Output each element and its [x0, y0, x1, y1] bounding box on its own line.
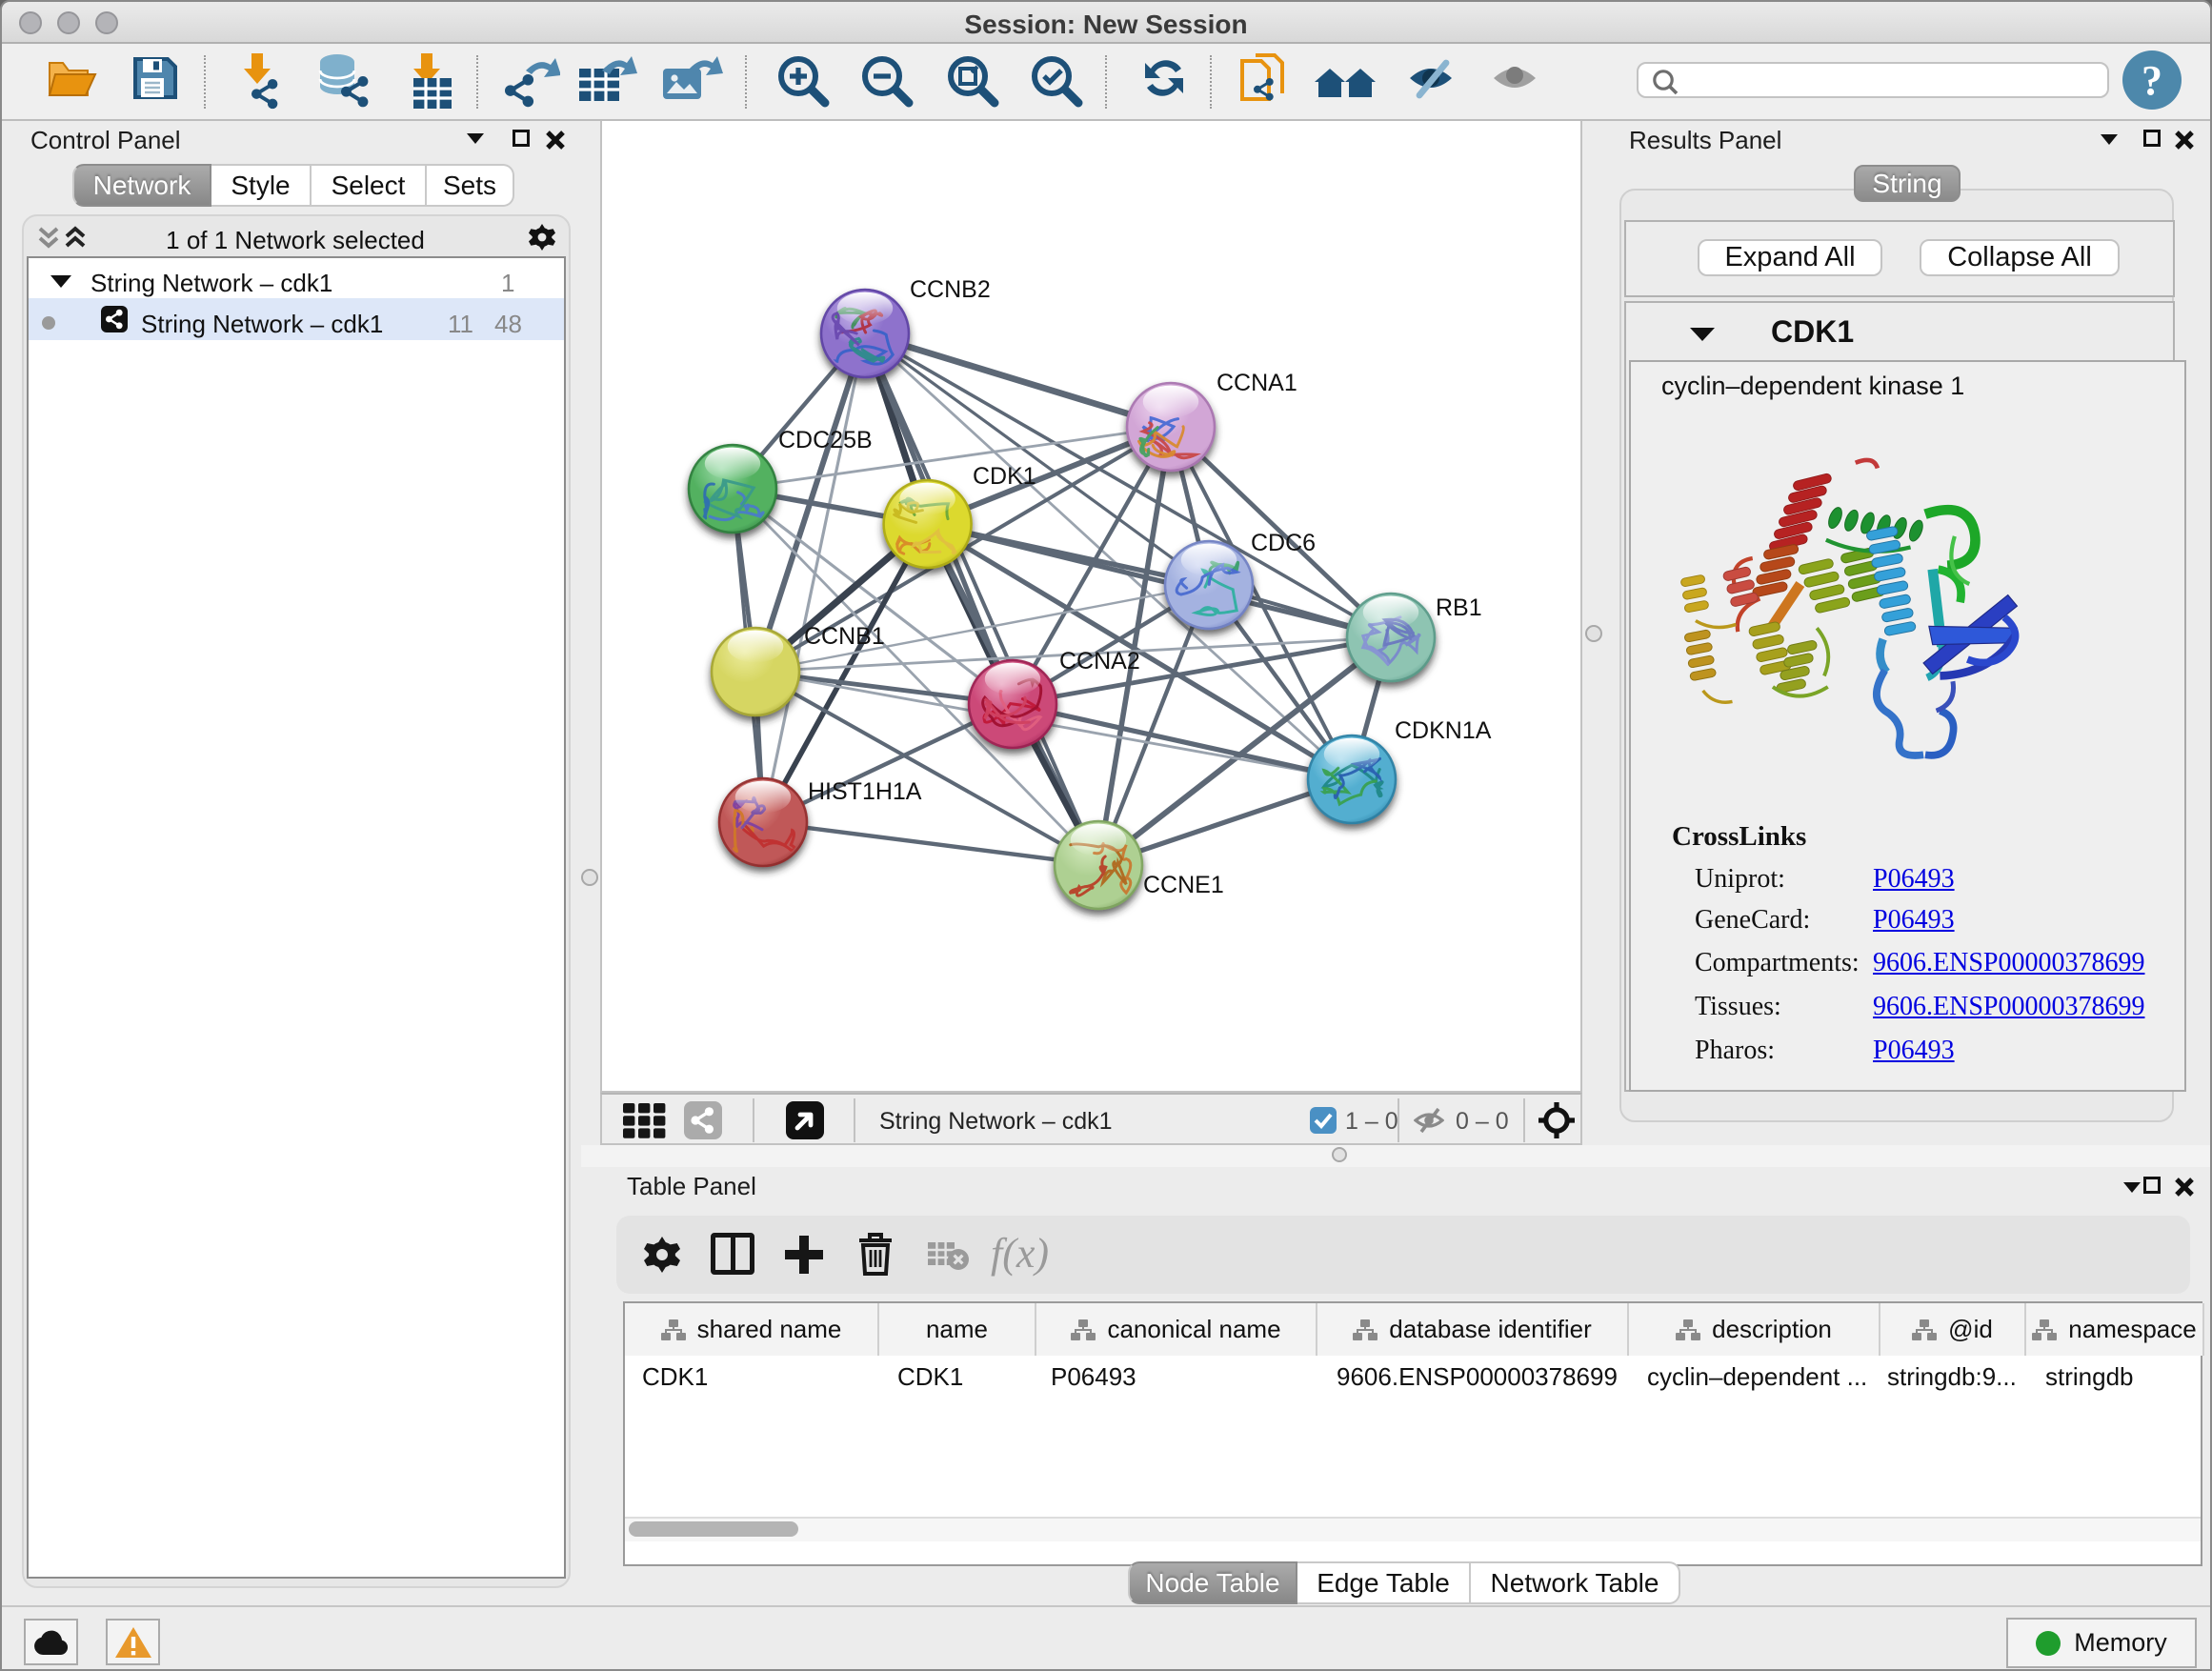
svg-text:CCNB2: CCNB2	[910, 276, 991, 303]
svg-text:CCNA1: CCNA1	[1217, 370, 1297, 396]
svg-text:CDKN1A: CDKN1A	[1395, 717, 1492, 744]
svg-text:?: ?	[2142, 57, 2162, 104]
svg-text:CCNA2: CCNA2	[1059, 648, 1140, 674]
svg-text:CCNB1: CCNB1	[804, 623, 885, 650]
svg-text:CDK1: CDK1	[973, 463, 1036, 490]
svg-text:CCNE1: CCNE1	[1143, 872, 1224, 898]
svg-text:RB1: RB1	[1436, 594, 1482, 621]
svg-text:HIST1H1A: HIST1H1A	[808, 778, 922, 805]
svg-text:CDC25B: CDC25B	[778, 427, 873, 453]
svg-text:CDC6: CDC6	[1251, 530, 1316, 556]
